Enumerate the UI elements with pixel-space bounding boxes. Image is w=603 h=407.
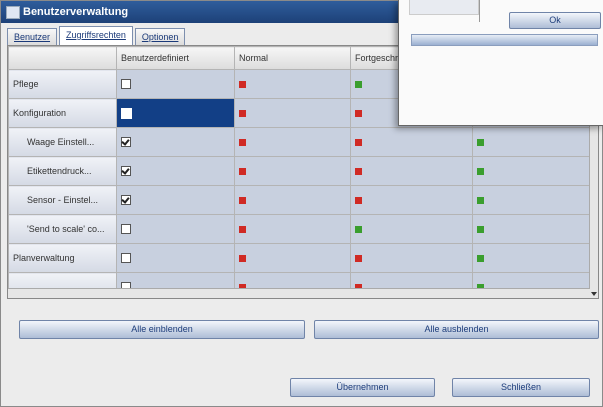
custom-cell[interactable] [116, 214, 235, 244]
red-status-icon [239, 139, 246, 147]
green-status-icon [477, 226, 484, 234]
red-status-icon [355, 139, 362, 147]
advanced-cell[interactable] [350, 185, 473, 215]
custom-checkbox[interactable] [121, 224, 131, 235]
advanced-cell[interactable] [350, 127, 473, 157]
table-row[interactable]: Sensor - Einstel... [8, 185, 593, 215]
normal-cell[interactable] [234, 69, 351, 99]
green-status-icon [355, 81, 362, 89]
normal-cell[interactable] [234, 156, 351, 186]
expert-cell[interactable] [472, 214, 593, 244]
column-header-normal[interactable]: Normal [234, 46, 351, 70]
green-status-icon [477, 168, 484, 176]
advanced-cell[interactable] [350, 243, 473, 273]
advanced-cell[interactable] [350, 156, 473, 186]
custom-cell[interactable] [116, 69, 235, 99]
custom-cell[interactable] [116, 98, 235, 128]
tab-bar: Benutzer Zugriffsrechten Optionen [7, 26, 187, 45]
red-status-icon [355, 197, 362, 205]
row-label[interactable]: Sensor - Einstel... [8, 185, 117, 215]
tab-users[interactable]: Benutzer [7, 28, 58, 45]
horizontal-scrollbar[interactable] [8, 288, 590, 298]
table-row[interactable]: Waage Einstell... [8, 127, 593, 157]
window-title: Benutzerverwaltung [23, 6, 129, 18]
disable-all-button[interactable]: Alle ausblenden [314, 320, 599, 339]
custom-checkbox[interactable] [121, 79, 131, 90]
dialog-button-bar[interactable] [411, 34, 598, 46]
red-status-icon [239, 81, 246, 89]
tab-options[interactable]: Optionen [134, 28, 186, 45]
normal-cell[interactable] [234, 214, 351, 244]
red-status-icon [239, 168, 246, 176]
expert-cell[interactable] [472, 156, 593, 186]
normal-cell[interactable] [234, 98, 351, 128]
custom-checkbox[interactable] [121, 107, 132, 119]
dialog-divider [479, 0, 480, 22]
expert-cell[interactable] [472, 185, 593, 215]
row-label[interactable]: Etikettendruck... [8, 156, 117, 186]
table-row[interactable]: Planverwaltung [8, 243, 593, 273]
tab-access-rights[interactable]: Zugriffsrechten [59, 26, 133, 45]
column-header [8, 46, 117, 70]
overlapping-dialog: Ok [398, 0, 603, 126]
advanced-cell[interactable] [350, 214, 473, 244]
custom-checkbox[interactable] [121, 137, 131, 148]
expert-cell[interactable] [472, 127, 593, 157]
table-row[interactable]: Etikettendruck... [8, 156, 593, 186]
ok-button[interactable]: Ok [509, 12, 601, 29]
custom-checkbox[interactable] [121, 253, 131, 264]
app-icon [6, 6, 20, 19]
custom-cell[interactable] [116, 127, 235, 157]
normal-cell[interactable] [234, 243, 351, 273]
row-label[interactable]: Konfiguration [8, 98, 117, 128]
row-label[interactable]: Pflege [8, 69, 117, 99]
red-status-icon [355, 255, 362, 263]
expert-cell[interactable] [472, 243, 593, 273]
red-status-icon [239, 110, 246, 118]
custom-checkbox[interactable] [121, 195, 131, 206]
dialog-panel [409, 0, 479, 15]
enable-all-button[interactable]: Alle einblenden [19, 320, 305, 339]
column-header-custom[interactable]: Benutzerdefiniert [116, 46, 235, 70]
green-status-icon [355, 226, 362, 234]
red-status-icon [239, 255, 246, 263]
apply-button[interactable]: Übernehmen [290, 378, 435, 397]
table-row[interactable]: 'Send to scale' co... [8, 214, 593, 244]
green-status-icon [477, 197, 484, 205]
green-status-icon [477, 255, 484, 263]
scroll-down-icon[interactable] [591, 292, 597, 296]
custom-cell[interactable] [116, 243, 235, 273]
green-status-icon [477, 139, 484, 147]
custom-cell[interactable] [116, 185, 235, 215]
red-status-icon [355, 110, 362, 118]
row-label[interactable]: Planverwaltung [8, 243, 117, 273]
red-status-icon [239, 197, 246, 205]
close-button[interactable]: Schließen [452, 378, 590, 397]
normal-cell[interactable] [234, 127, 351, 157]
row-label[interactable]: Waage Einstell... [8, 127, 117, 157]
row-label[interactable]: 'Send to scale' co... [8, 214, 117, 244]
red-status-icon [355, 168, 362, 176]
custom-cell[interactable] [116, 156, 235, 186]
custom-checkbox[interactable] [121, 166, 131, 177]
red-status-icon [239, 226, 246, 234]
normal-cell[interactable] [234, 185, 351, 215]
